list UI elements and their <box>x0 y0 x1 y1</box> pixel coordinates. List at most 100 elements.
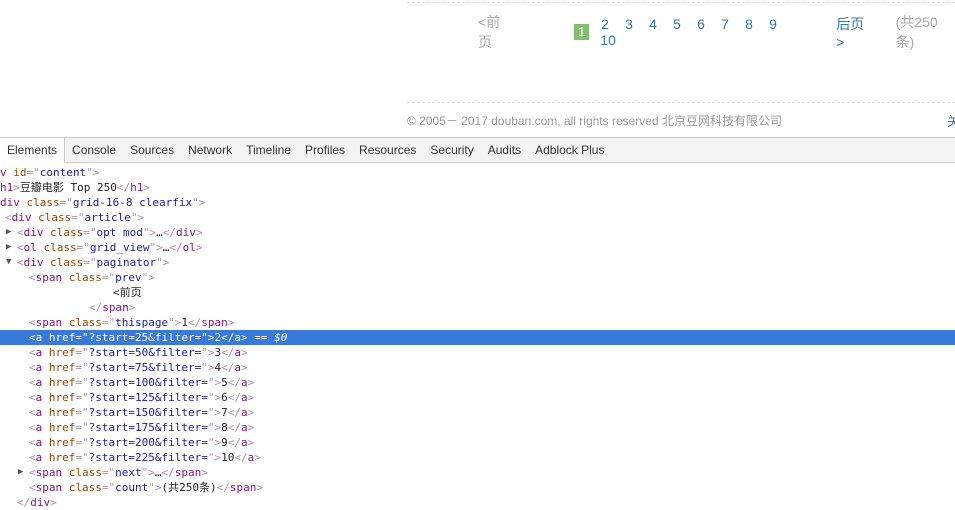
token-br: </ <box>161 466 175 479</box>
token-br: < <box>29 361 36 374</box>
dom-node[interactable]: <a href="?start=75&filter=">4</a> <box>0 360 955 375</box>
token-an: class <box>50 226 84 239</box>
token-br: > <box>128 301 136 314</box>
token-tx: (共250条) <box>161 481 217 494</box>
page-link[interactable]: 3 <box>617 16 641 32</box>
token-av: ?start=175&filter= <box>88 421 208 434</box>
divider <box>407 2 955 3</box>
dom-node[interactable]: </span> <box>0 300 955 315</box>
node-markup: <a href="?start=175&filter=">8</a> <box>29 420 254 435</box>
token-tag: span <box>174 466 202 479</box>
token-av: ?start=75&filter= <box>88 361 202 374</box>
tab-profiles[interactable]: Profiles <box>298 138 352 163</box>
token-br: < <box>29 376 36 389</box>
next-page-link[interactable]: 后页> <box>836 14 871 50</box>
dom-node[interactable]: <a href="?start=200&filter=">9</a> <box>0 435 955 450</box>
node-markup: v id="content"> <box>0 165 99 180</box>
dom-node[interactable]: div class="grid-16-8 clearfix"> <box>0 195 955 210</box>
page-link[interactable]: 4 <box>641 16 665 32</box>
tab-audits[interactable]: Audits <box>481 138 528 163</box>
tab-security[interactable]: Security <box>423 138 480 163</box>
token-tag: a <box>35 331 49 344</box>
collapse-arrow-icon[interactable]: ▼ <box>6 255 16 270</box>
dom-node[interactable]: h1>豆瓣电影 Top 250</h1> <box>0 180 955 195</box>
tab-sources[interactable]: Sources <box>123 138 181 163</box>
token-an: class <box>43 241 77 254</box>
node-markup: <div class="paginator"> <box>17 255 169 270</box>
token-an: class <box>68 316 102 329</box>
dom-node[interactable]: ▶ <ol class="grid_view">…</ol> <box>0 240 955 255</box>
tab-console[interactable]: Console <box>65 138 123 163</box>
page-link[interactable]: 5 <box>665 16 689 32</box>
token-tag: a <box>240 436 248 449</box>
page-link[interactable]: 10 <box>593 32 623 48</box>
expand-arrow-icon[interactable]: ▶ <box>6 225 16 240</box>
dom-node[interactable]: ▼ <div class="paginator"> <box>0 255 955 270</box>
token-av: opt mod <box>96 226 143 239</box>
dom-node[interactable]: v id="content"> <box>0 165 955 180</box>
node-markup: <div class="article"> <box>5 210 144 225</box>
token-tx: 6 <box>221 391 228 404</box>
token-br: </ <box>221 331 235 344</box>
dom-node[interactable]: <前页 <box>0 285 955 300</box>
token-br: =" <box>76 241 90 254</box>
page-link[interactable]: 9 <box>761 16 785 32</box>
page-link[interactable]: 2 <box>593 16 617 32</box>
token-tag: ol <box>23 241 44 254</box>
token-br: > <box>247 436 255 449</box>
tab-elements[interactable]: Elements <box>0 138 66 163</box>
token-br: "> <box>207 436 222 449</box>
expand-arrow-icon[interactable]: ▶ <box>18 465 28 480</box>
token-br: =" <box>75 346 89 359</box>
tab-timeline[interactable]: Timeline <box>239 138 298 163</box>
token-tx: 5 <box>221 376 228 389</box>
token-av: thispage <box>115 316 169 329</box>
footer-link[interactable]: 关 <box>947 111 955 130</box>
page-link[interactable]: 6 <box>689 16 713 32</box>
dom-node[interactable]: <a href="?start=175&filter=">8</a> <box>0 420 955 435</box>
page-links: 2 3 4 5 6 7 8 9 10 <box>593 16 810 48</box>
expand-arrow-icon[interactable]: ▶ <box>6 240 16 255</box>
token-br: =" <box>101 316 116 329</box>
token-tag: a <box>35 451 49 464</box>
dom-node[interactable]: <div class="article"> <box>0 210 955 225</box>
token-tx: 豆瓣电影 Top 250 <box>19 181 117 194</box>
token-tag: a <box>234 361 241 374</box>
node-markup: <a href="?start=225&filter=">10</a> <box>29 450 261 465</box>
token-av: count <box>115 481 149 494</box>
page-link[interactable]: 7 <box>713 16 737 32</box>
node-markup: </span> <box>89 300 135 315</box>
token-br: < <box>29 346 36 359</box>
dom-node[interactable]: <a href="?start=150&filter=">7</a> <box>0 405 955 420</box>
dom-node[interactable]: </div> <box>0 495 955 510</box>
token-br: =" <box>75 391 89 404</box>
dom-node[interactable]: ▶ <span class="next">…</span> <box>0 465 955 480</box>
dom-node[interactable]: <a href="?start=50&filter=">3</a> <box>0 345 955 360</box>
token-br: =" <box>75 406 89 419</box>
dom-node[interactable]: ▶ <div class="opt mod">…</div> <box>0 225 955 240</box>
dom-node[interactable]: <span class="prev"> <box>0 270 955 285</box>
elements-tree: v id="content"> h1>豆瓣电影 Top 250</h1> div c… <box>0 165 955 510</box>
dom-node-selected[interactable]: <a href="?start=25&filter=">2</a> == $0 <box>0 330 955 345</box>
current-page: 1 <box>574 24 590 40</box>
token-av: ?start=150&filter= <box>88 406 208 419</box>
dom-node[interactable]: <a href="?start=100&filter=">5</a> <box>0 375 955 390</box>
tab-network[interactable]: Network <box>181 138 239 163</box>
token-an: class <box>68 271 102 284</box>
token-br: </ <box>227 436 241 449</box>
tab-adblock-plus[interactable]: Adblock Plus <box>528 138 611 163</box>
token-br: </ <box>216 481 230 494</box>
dom-node[interactable]: <span class="count">(共250条)</span> <box>0 480 955 495</box>
tab-resources[interactable]: Resources <box>352 138 423 163</box>
dom-node[interactable]: <a href="?start=125&filter=">6</a> <box>0 390 955 405</box>
token-br: </ <box>227 376 241 389</box>
token-br: "> <box>207 376 222 389</box>
token-tag: span <box>102 301 129 314</box>
token-tag: a <box>35 406 49 419</box>
dom-node[interactable]: <span class="thispage">1</span> <box>0 315 955 330</box>
dom-node[interactable]: <a href="?start=225&filter=">10</a> <box>0 450 955 465</box>
page-link[interactable]: 8 <box>737 16 761 32</box>
token-tag: a <box>35 421 49 434</box>
node-markup: <a href="?start=25&filter=">2</a> == $0 <box>29 330 287 345</box>
token-tag: div <box>175 226 196 239</box>
